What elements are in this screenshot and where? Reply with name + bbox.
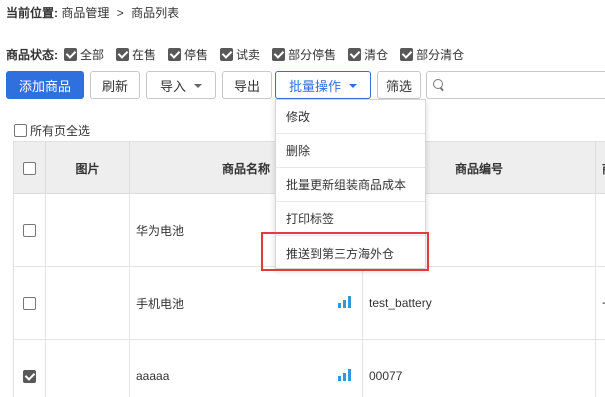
status-option-label: 全部 xyxy=(80,47,105,62)
row-image xyxy=(46,340,130,397)
status-option-trial[interactable]: 试卖 xyxy=(220,46,260,63)
table-row[interactable]: aaaaa 00077 xyxy=(14,340,605,397)
select-all-pages-label: 所有页全选 xyxy=(30,124,91,138)
status-option-stopped[interactable]: 停售 xyxy=(168,46,208,63)
breadcrumb-prefix: 当前位置: xyxy=(6,6,58,20)
checkbox-checked-icon[interactable] xyxy=(23,369,36,383)
row-code: test_battery xyxy=(363,267,596,339)
status-option-label: 部分清仓 xyxy=(416,47,465,62)
search-input[interactable] xyxy=(426,71,605,99)
row-image xyxy=(46,267,130,339)
checkbox-unchecked-icon[interactable] xyxy=(23,161,36,175)
row-extra xyxy=(596,194,605,266)
menu-item-delete[interactable]: 删除 xyxy=(276,134,425,168)
status-option-clearance[interactable]: 清仓 xyxy=(348,46,388,63)
search-icon xyxy=(433,79,445,91)
status-option-all[interactable]: 全部 xyxy=(64,46,104,63)
checkbox-checked-icon[interactable] xyxy=(64,47,77,61)
status-option-label: 在售 xyxy=(132,47,157,62)
status-option-label: 清仓 xyxy=(364,47,389,62)
checkbox-checked-icon[interactable] xyxy=(400,47,414,61)
row-name-text: 华为电池 xyxy=(136,223,185,238)
row-select[interactable] xyxy=(14,194,46,266)
filter-button[interactable]: 筛选 xyxy=(377,71,421,99)
breadcrumb: 当前位置: 商品管理 > 商品列表 xyxy=(6,4,179,21)
breadcrumb-separator: > xyxy=(116,6,124,20)
menu-item-push-overseas-warehouse[interactable]: 推送到第三方海外仓 xyxy=(276,236,425,270)
row-extra xyxy=(596,340,605,397)
status-option-label: 部分停售 xyxy=(288,47,337,62)
menu-item-edit[interactable]: 修改 xyxy=(276,100,425,134)
checkbox-checked-icon[interactable] xyxy=(116,47,130,61)
row-extra: 七彩 xyxy=(596,267,605,339)
checkbox-unchecked-icon[interactable] xyxy=(14,124,27,137)
menu-item-print-labels[interactable]: 打印标签 xyxy=(276,202,425,236)
import-button-label: 导入 xyxy=(159,78,186,94)
chevron-down-icon xyxy=(349,83,357,88)
status-option-partial-stopped[interactable]: 部分停售 xyxy=(272,46,336,63)
header-image: 图片 xyxy=(46,142,130,194)
checkbox-checked-icon[interactable] xyxy=(220,47,234,61)
breadcrumb-item-product-list: 商品列表 xyxy=(131,6,180,20)
checkbox-checked-icon[interactable] xyxy=(272,47,286,61)
bar-chart-icon[interactable] xyxy=(338,369,354,381)
row-name-text: aaaaa xyxy=(136,369,170,383)
row-name-text: 手机电池 xyxy=(136,296,185,311)
status-filter-label: 商品状态: xyxy=(6,47,58,62)
row-select[interactable] xyxy=(14,340,46,397)
status-option-on-sale[interactable]: 在售 xyxy=(116,46,156,63)
header-extra: 商 xyxy=(596,142,605,194)
status-option-partial-clearance[interactable]: 部分清仓 xyxy=(400,46,464,63)
add-product-button[interactable]: 添加商品 xyxy=(6,71,84,99)
breadcrumb-item-product-management[interactable]: 商品管理 xyxy=(61,6,109,20)
import-button[interactable]: 导入 xyxy=(146,71,216,99)
row-select[interactable] xyxy=(14,267,46,339)
select-all-pages[interactable]: 所有页全选 xyxy=(14,122,90,139)
export-button[interactable]: 导出 xyxy=(222,71,272,99)
batch-operations-label: 批量操作 xyxy=(288,78,341,94)
row-code: 00077 xyxy=(363,340,596,397)
menu-item-update-assembly-cost[interactable]: 批量更新组装商品成本 xyxy=(276,168,425,202)
checkbox-unchecked-icon[interactable] xyxy=(23,296,36,310)
chevron-down-icon xyxy=(194,83,202,88)
table-row[interactable]: 手机电池 test_battery 七彩 xyxy=(14,267,605,340)
row-name: aaaaa xyxy=(130,340,363,397)
status-option-label: 试卖 xyxy=(236,47,261,62)
status-option-label: 停售 xyxy=(184,47,209,62)
bar-chart-icon[interactable] xyxy=(338,296,354,308)
checkbox-checked-icon[interactable] xyxy=(168,47,182,61)
checkbox-unchecked-icon[interactable] xyxy=(23,223,36,237)
refresh-button[interactable]: 刷新 xyxy=(90,71,140,99)
row-name: 手机电池 xyxy=(130,267,363,339)
status-filter: 商品状态: 全部 在售 停售 试卖 部分停售 清仓 部分清仓 xyxy=(6,46,476,62)
row-image xyxy=(46,194,130,266)
checkbox-checked-icon[interactable] xyxy=(348,47,362,61)
batch-operations-button[interactable]: 批量操作 xyxy=(275,71,371,99)
batch-operations-menu: 修改 删除 批量更新组装商品成本 打印标签 推送到第三方海外仓 xyxy=(275,99,426,269)
header-select-all[interactable] xyxy=(14,142,46,194)
